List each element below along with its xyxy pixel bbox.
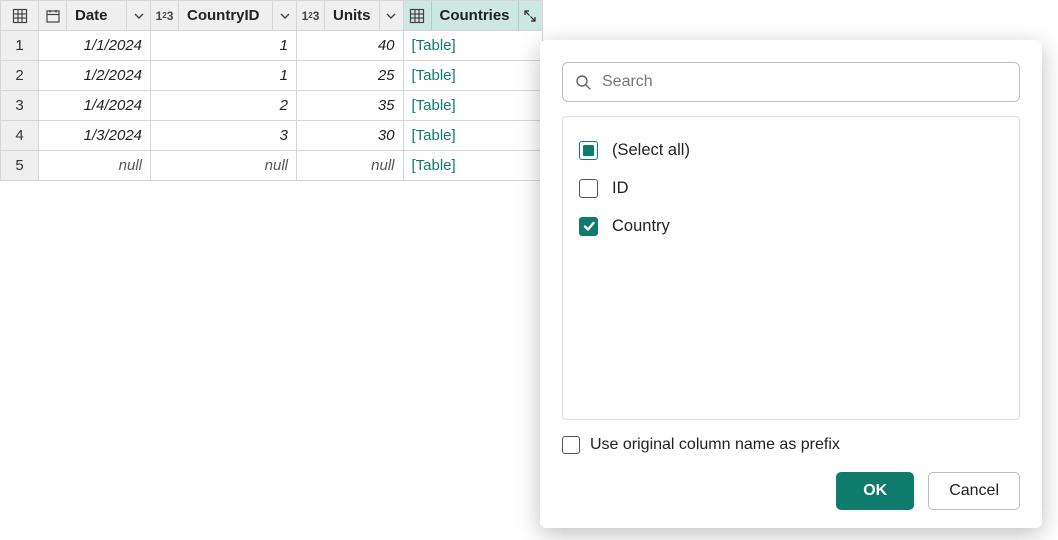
search-input[interactable] <box>602 73 1007 91</box>
expand-columns-popup: (Select all) ID Country Use original col… <box>540 40 1042 528</box>
cell-countryid[interactable]: 3 <box>151 121 297 151</box>
cell-units[interactable]: null <box>297 151 404 181</box>
checkbox-unchecked-icon[interactable] <box>579 179 598 198</box>
expand-icon[interactable] <box>518 1 542 30</box>
option-label: (Select all) <box>612 141 690 160</box>
cell-date[interactable]: 1/3/2024 <box>39 121 151 151</box>
cell-countries[interactable]: [Table] <box>403 31 542 61</box>
checkbox-checked-icon[interactable] <box>579 217 598 236</box>
cell-countries[interactable]: [Table] <box>403 91 542 121</box>
header-row: Date 123 CountryID 123 U <box>1 1 543 31</box>
cell-date[interactable]: null <box>39 151 151 181</box>
cell-units[interactable]: 30 <box>297 121 404 151</box>
cell-countries[interactable]: [Table] <box>403 151 542 181</box>
column-header-countryid[interactable]: 123 CountryID <box>151 1 297 31</box>
cell-date[interactable]: 1/4/2024 <box>39 91 151 121</box>
option-id[interactable]: ID <box>579 169 1003 207</box>
row-number: 3 <box>1 91 39 121</box>
option-label: Country <box>612 217 670 236</box>
search-icon <box>575 74 592 91</box>
checkbox-unchecked-icon[interactable] <box>562 436 580 454</box>
row-number-header <box>1 1 39 31</box>
table-row[interactable]: 5 null null null [Table] <box>1 151 543 181</box>
prefix-label: Use original column name as prefix <box>590 436 840 454</box>
prefix-option[interactable]: Use original column name as prefix <box>562 436 1020 454</box>
cell-units[interactable]: 35 <box>297 91 404 121</box>
checkbox-indeterminate-icon[interactable] <box>579 141 598 160</box>
column-label: Countries <box>432 7 518 24</box>
row-number: 5 <box>1 151 39 181</box>
column-header-units[interactable]: 123 Units <box>297 1 404 31</box>
cell-countryid[interactable]: 2 <box>151 91 297 121</box>
option-label: ID <box>612 179 629 198</box>
date-type-icon <box>39 1 67 30</box>
cancel-button[interactable]: Cancel <box>928 472 1020 510</box>
cell-date[interactable]: 1/2/2024 <box>39 61 151 91</box>
cell-countryid[interactable]: 1 <box>151 31 297 61</box>
row-number: 4 <box>1 121 39 151</box>
cell-countryid[interactable]: 1 <box>151 61 297 91</box>
cell-countries[interactable]: [Table] <box>403 61 542 91</box>
ok-button[interactable]: OK <box>836 472 914 510</box>
cell-countries[interactable]: [Table] <box>403 121 542 151</box>
column-header-countries[interactable]: Countries <box>403 1 542 31</box>
cell-countryid[interactable]: null <box>151 151 297 181</box>
column-header-date[interactable]: Date <box>39 1 151 31</box>
cell-units[interactable]: 25 <box>297 61 404 91</box>
data-table: Date 123 CountryID 123 U <box>0 0 543 181</box>
number-type-icon: 123 <box>151 1 179 30</box>
search-box[interactable] <box>562 62 1020 102</box>
filter-icon[interactable] <box>126 1 150 30</box>
table-row[interactable]: 3 1/4/2024 2 35 [Table] <box>1 91 543 121</box>
filter-icon[interactable] <box>272 1 296 30</box>
row-number: 1 <box>1 31 39 61</box>
table-row[interactable]: 4 1/3/2024 3 30 [Table] <box>1 121 543 151</box>
cell-units[interactable]: 40 <box>297 31 404 61</box>
option-country[interactable]: Country <box>579 207 1003 245</box>
option-select-all[interactable]: (Select all) <box>579 131 1003 169</box>
filter-icon[interactable] <box>379 1 403 30</box>
row-number: 2 <box>1 61 39 91</box>
column-list: (Select all) ID Country <box>562 116 1020 420</box>
column-label: Date <box>67 7 126 24</box>
cell-date[interactable]: 1/1/2024 <box>39 31 151 61</box>
table-icon <box>12 8 28 24</box>
number-type-icon: 123 <box>297 1 325 30</box>
column-label: Units <box>325 7 379 24</box>
table-type-icon <box>404 1 432 30</box>
button-row: OK Cancel <box>562 472 1020 510</box>
column-label: CountryID <box>179 7 272 24</box>
table-row[interactable]: 2 1/2/2024 1 25 [Table] <box>1 61 543 91</box>
table-row[interactable]: 1 1/1/2024 1 40 [Table] <box>1 31 543 61</box>
